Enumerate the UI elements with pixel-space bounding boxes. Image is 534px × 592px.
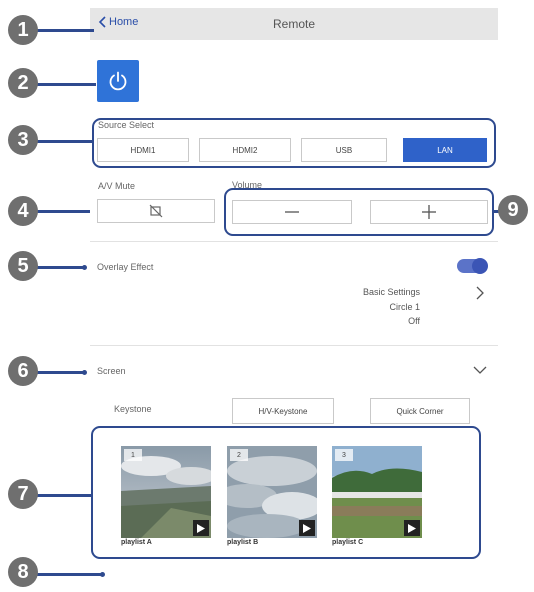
power-button[interactable] xyxy=(97,60,139,102)
av-mute-label: A/V Mute xyxy=(98,181,136,191)
callout-badge: 6 xyxy=(8,356,38,386)
callout-badge: 9 xyxy=(498,195,528,225)
quick-corner-button[interactable]: Quick Corner xyxy=(370,398,470,424)
callout-leader xyxy=(36,371,84,374)
callout-leader xyxy=(36,83,96,86)
callout-badge: 7 xyxy=(8,479,38,509)
chevron-right-icon[interactable] xyxy=(475,286,485,300)
callout-leader xyxy=(36,29,94,32)
divider xyxy=(90,241,498,242)
overlay-effect-toggle[interactable] xyxy=(457,258,488,274)
toggle-knob xyxy=(472,258,488,274)
overlay-settings-title[interactable]: Basic Settings xyxy=(320,287,420,297)
callout-badge: 1 xyxy=(8,15,38,45)
source-select-highlight xyxy=(92,118,496,168)
volume-highlight xyxy=(224,188,494,236)
av-mute-icon xyxy=(149,204,163,218)
callout-leader xyxy=(36,573,102,576)
callout-leader-dot xyxy=(82,370,87,375)
page-title: Remote xyxy=(272,17,316,31)
callout-badge: 5 xyxy=(8,251,38,281)
keystone-label: Keystone xyxy=(114,404,152,414)
callout-leader-dot xyxy=(82,265,87,270)
callout-badge: 2 xyxy=(8,68,38,98)
overlay-settings-state: Off xyxy=(408,316,420,326)
callout-badge: 4 xyxy=(8,196,38,226)
callout-leader xyxy=(36,494,92,497)
callout-leader xyxy=(36,140,92,143)
top-bar: Home Remote xyxy=(90,8,498,40)
playlist-highlight xyxy=(91,426,481,559)
callout-badge: 8 xyxy=(8,557,38,587)
overlay-settings-value: Circle 1 xyxy=(389,302,420,312)
power-icon xyxy=(109,71,127,91)
divider xyxy=(90,345,498,346)
overlay-effect-label: Overlay Effect xyxy=(97,262,154,272)
screen-label: Screen xyxy=(97,366,126,376)
callout-badge: 3 xyxy=(8,125,38,155)
hv-keystone-button[interactable]: H/V-Keystone xyxy=(232,398,334,424)
chevron-down-icon[interactable] xyxy=(473,365,487,375)
callout-leader-dot xyxy=(100,572,105,577)
callout-leader xyxy=(36,210,90,213)
av-mute-button[interactable] xyxy=(97,199,215,223)
callout-leader xyxy=(36,266,84,269)
